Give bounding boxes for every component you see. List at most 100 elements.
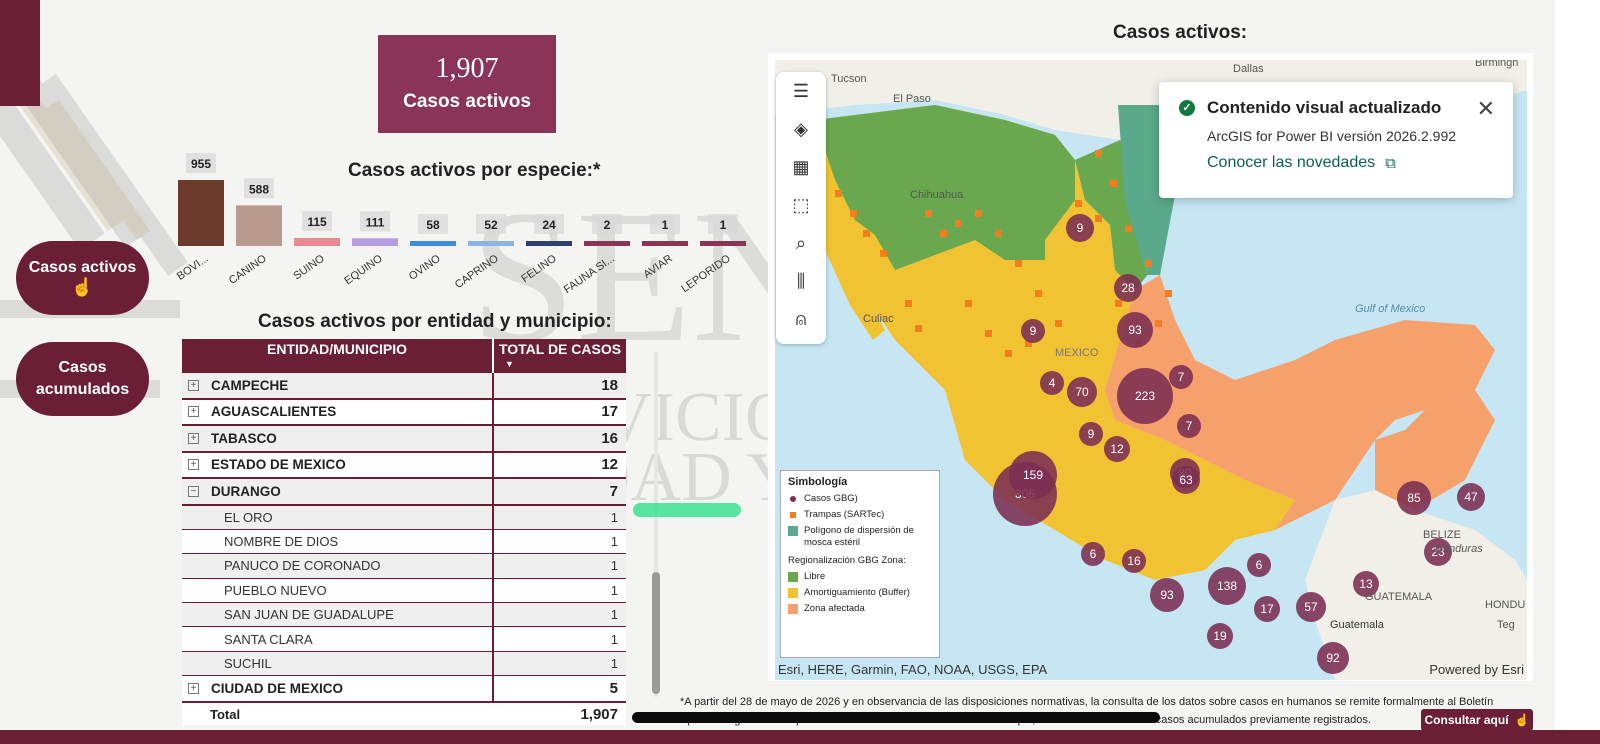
kpi-card: 1,907 Casos activos: [378, 35, 556, 133]
table-row[interactable]: + ESTADO DE MEXICO 12: [182, 452, 626, 479]
table-subrow[interactable]: PUEBLO NUEVO 1: [182, 578, 626, 604]
bar-9[interactable]: [700, 241, 746, 246]
table-row[interactable]: − DURANGO 7: [182, 479, 626, 506]
kpi-value: 1,907: [435, 53, 499, 84]
bar-7[interactable]: [584, 241, 630, 246]
total-label: Total: [210, 707, 241, 723]
powered-by[interactable]: Powered by Esri: [1429, 662, 1524, 677]
attribution-text: Esri, HERE, Garmin, FAO, NOAA, USGS, EPA: [778, 662, 1048, 677]
row-name: DURANGO: [211, 483, 281, 499]
expand-icon[interactable]: +: [188, 459, 199, 471]
right-margin: [1555, 0, 1600, 730]
legend-subtitle: Regionalización GBG Zona:: [788, 555, 906, 566]
case-bubble-label: 7: [1178, 370, 1185, 384]
table-subrow[interactable]: SAN JUAN DE GUADALUPE 1: [182, 603, 626, 628]
case-bubble-label: 63: [1179, 473, 1193, 487]
table-row[interactable]: + CAMPECHE 18: [182, 373, 626, 400]
data-label: 58: [426, 218, 440, 232]
case-bubble-label: 223: [1135, 389, 1155, 403]
case-bubble-label: 16: [1127, 554, 1141, 568]
subrow-name: EL ORO: [182, 505, 494, 529]
case-bubble-label: 9: [1030, 324, 1037, 338]
subrow-name: SUCHIL: [182, 651, 494, 676]
trap-square-icon: [790, 512, 796, 518]
subrow-value: 1: [610, 509, 618, 525]
bar-4[interactable]: [410, 241, 456, 246]
category-label: FELINO: [519, 252, 559, 285]
pointer-hand-icon: ☝: [71, 276, 94, 297]
legend-item: Zona afectada: [788, 603, 932, 615]
row-name: CIUDAD DE MEXICO: [211, 680, 344, 696]
row-name: TABASCO: [211, 430, 277, 446]
case-bubble-label: 138: [1217, 579, 1237, 593]
map-label: Guatemala: [1330, 619, 1385, 631]
menu-icon[interactable]: ☰: [781, 72, 821, 110]
map-label: BELIZE: [1423, 529, 1461, 541]
table-row[interactable]: + AGUASCALIENTES 17: [182, 399, 626, 426]
cumulative-cases-button[interactable]: Casos acumulados: [16, 342, 149, 416]
layers-icon[interactable]: ◈: [781, 110, 821, 148]
row-value: 7: [609, 482, 618, 500]
header-entity[interactable]: ENTIDAD/MUNICIPIO: [182, 339, 494, 373]
collapse-icon[interactable]: −: [188, 485, 199, 497]
table-subrow[interactable]: PANUCO DE CORONADO 1: [182, 554, 626, 579]
bar-1[interactable]: [236, 205, 282, 246]
expand-icon[interactable]: +: [188, 432, 199, 444]
case-bubble-label: 28: [1121, 281, 1135, 295]
legend-item: Trampas (SARTec): [788, 509, 932, 521]
subrow-value: 1: [610, 631, 618, 647]
map-toolbar: ☰ ◈ ▦ ⬚ ⌕ ⫼ ⍝: [776, 72, 826, 344]
select-icon[interactable]: ⬚: [781, 186, 821, 224]
bar-5[interactable]: [468, 241, 514, 246]
table-subrow[interactable]: SUCHIL 1: [182, 651, 626, 677]
close-icon[interactable]: ✕: [1477, 96, 1495, 122]
expand-icon[interactable]: +: [188, 682, 199, 694]
table-row[interactable]: + CIUDAD DE MEXICO 5: [182, 676, 626, 703]
table-subrow[interactable]: EL ORO 1: [182, 505, 626, 530]
redaction-mark: [632, 712, 1160, 723]
bar-6[interactable]: [526, 241, 572, 246]
table-subrow[interactable]: SANTA CLARA 1: [182, 627, 626, 652]
case-bubble-label: 47: [1464, 490, 1478, 504]
user-icon[interactable]: ⍝: [781, 300, 821, 338]
footer-bar: [0, 730, 1600, 744]
case-bubble-label: 12: [1110, 442, 1124, 456]
table-subrow[interactable]: NOMBRE DE DIOS 1: [182, 529, 626, 555]
afectada-swatch-icon: [788, 604, 798, 614]
category-label: LEPORIDO: [679, 252, 733, 295]
bar-2[interactable]: [294, 238, 340, 246]
search-icon[interactable]: ⌕: [781, 224, 821, 262]
buffer-swatch-icon: [788, 588, 798, 598]
category-label: EQUINO: [342, 252, 385, 287]
case-bubble-label: 85: [1407, 491, 1421, 505]
chart-icon[interactable]: ⫼: [781, 262, 821, 300]
consult-button[interactable]: Consultar aquí ☝: [1421, 709, 1533, 731]
subrow-name: PANUCO DE CORONADO: [182, 554, 494, 578]
data-label: 52: [484, 218, 498, 232]
external-link-icon: ⧉: [1385, 154, 1396, 172]
bar-3[interactable]: [352, 238, 398, 246]
legend-item: Amortiguamiento (Buffer): [788, 587, 932, 599]
qr-icon[interactable]: ▦: [781, 148, 821, 186]
data-label: 1: [720, 218, 727, 232]
case-bubble-label: 9: [1088, 427, 1095, 441]
expand-icon[interactable]: +: [188, 379, 199, 391]
case-bubble-label: 9: [1077, 221, 1084, 235]
legend-item: Libre: [788, 571, 932, 583]
map-title: Casos activos:: [1113, 22, 1248, 43]
legend-title: Simbología: [788, 476, 848, 488]
active-cases-button[interactable]: Casos activos ☝: [16, 241, 149, 315]
data-label: 955: [191, 157, 211, 171]
table-scrollbar[interactable]: [652, 572, 660, 694]
expand-icon[interactable]: +: [188, 406, 199, 418]
row-value: 17: [601, 403, 618, 421]
subrow-value: 1: [610, 656, 618, 672]
bar-8[interactable]: [642, 241, 688, 246]
table-row[interactable]: + TABASCO 16: [182, 426, 626, 453]
case-bubble-label: 19: [1213, 629, 1227, 643]
map-label: Culiac: [863, 313, 894, 325]
toast-title: Contenido visual actualizado: [1207, 98, 1442, 117]
case-dot-icon: [790, 496, 796, 502]
whats-new-link[interactable]: Conocer las novedades ⧉: [1207, 154, 1493, 172]
bar-0[interactable]: [178, 180, 224, 246]
